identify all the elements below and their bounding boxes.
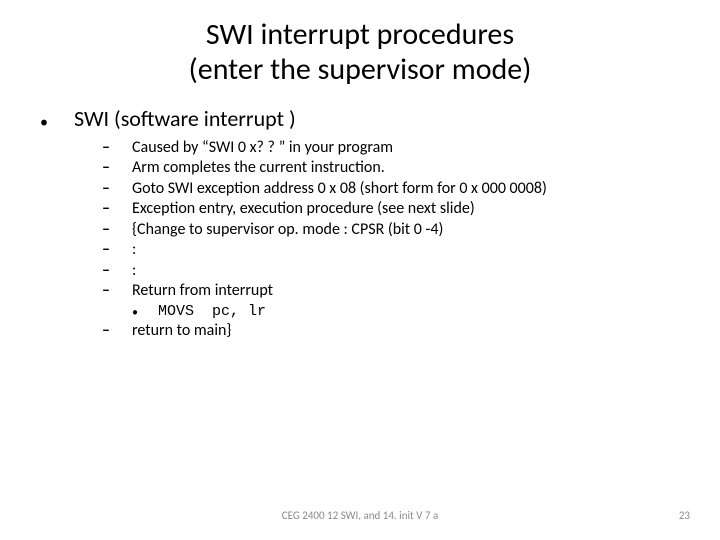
bullet-level-1: • SWI (software interrupt ) <box>40 105 680 132</box>
item-text: : <box>132 261 136 281</box>
footer-center: CEG 2400 12 SWI, and 14. init V 7 a <box>0 509 720 522</box>
dash-icon: – <box>102 240 132 260</box>
dash-icon: – <box>102 158 132 178</box>
slide-body: • SWI (software interrupt ) – Caused by … <box>0 87 720 342</box>
list-item: – {Change to supervisor op. mode : CPSR … <box>102 220 680 240</box>
sub-list-item: • MOVS pc, lr <box>102 302 680 322</box>
item-text: Exception entry, execution procedure (se… <box>132 199 475 219</box>
slide-title: SWI interrupt procedures (enter the supe… <box>0 0 720 87</box>
list-item: – Goto SWI exception address 0 x 08 (sho… <box>102 179 680 199</box>
bullet-dot-icon: • <box>40 113 74 132</box>
bullet-dot-icon: • <box>132 306 158 322</box>
dash-icon: – <box>102 138 132 158</box>
item-text: Return from interrupt <box>132 281 273 301</box>
item-text: Caused by “SWI 0 x? ? ” in your program <box>132 138 393 158</box>
list-item: – : <box>102 240 680 260</box>
sub-list: – Caused by “SWI 0 x? ? ” in your progra… <box>40 138 680 342</box>
list-item: – Arm completes the current instruction. <box>102 158 680 178</box>
sub-item-text: MOVS pc, lr <box>158 302 266 322</box>
dash-icon: – <box>102 261 132 281</box>
list-item: – : <box>102 261 680 281</box>
item-text: return to main} <box>132 321 231 341</box>
item-text: Goto SWI exception address 0 x 08 (short… <box>132 179 547 199</box>
dash-icon: – <box>102 179 132 199</box>
list-item: – Return from interrupt <box>102 281 680 301</box>
title-line-1: SWI interrupt procedures <box>206 16 514 53</box>
slide: SWI interrupt procedures (enter the supe… <box>0 0 720 540</box>
list-item: – Caused by “SWI 0 x? ? ” in your progra… <box>102 138 680 158</box>
lvl1-text: SWI (software interrupt ) <box>74 105 296 132</box>
item-text: Arm completes the current instruction. <box>132 158 385 178</box>
dash-icon: – <box>102 321 132 341</box>
dash-icon: – <box>102 281 132 301</box>
dash-icon: – <box>102 199 132 219</box>
item-text: : <box>132 240 136 260</box>
dash-icon: – <box>102 220 132 240</box>
item-text: {Change to supervisor op. mode : CPSR (b… <box>132 220 443 240</box>
title-line-2: (enter the supervisor mode) <box>189 51 532 88</box>
list-item: – return to main} <box>102 321 680 341</box>
list-item: – Exception entry, execution procedure (… <box>102 199 680 219</box>
page-number: 23 <box>679 509 690 522</box>
